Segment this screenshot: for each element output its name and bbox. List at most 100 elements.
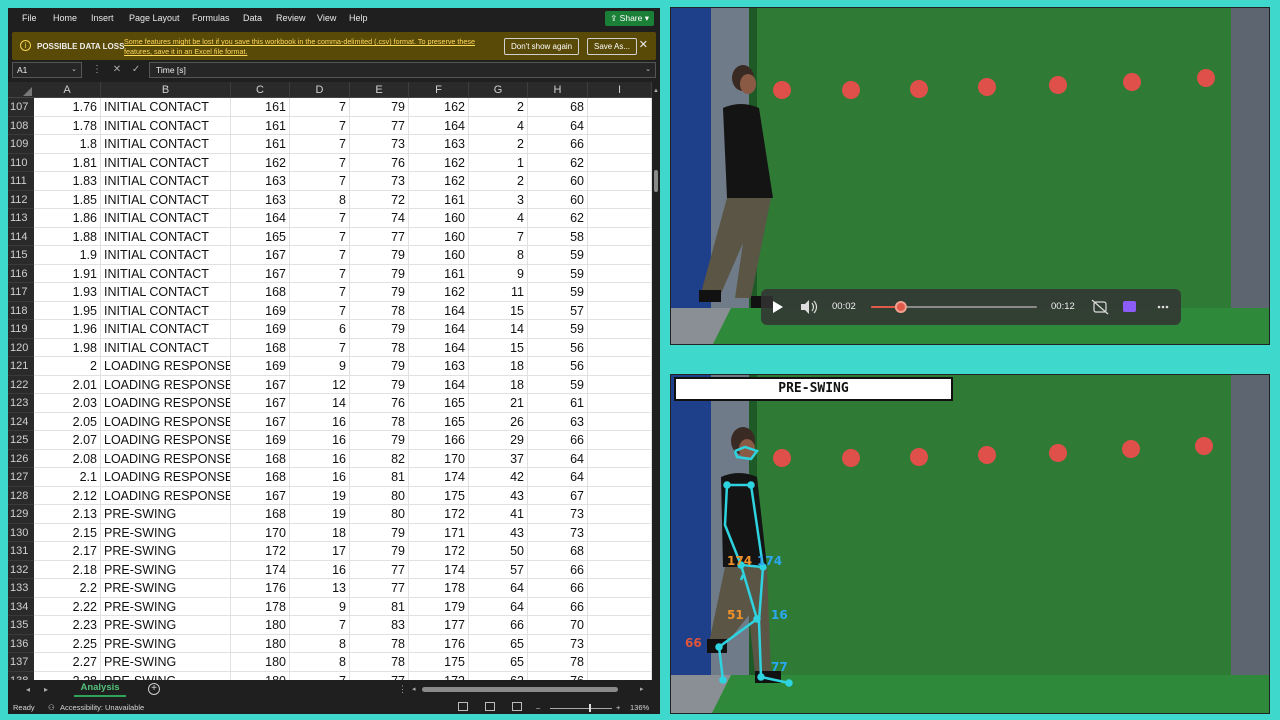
cell-f[interactable]: 175	[409, 486, 469, 505]
cell-h[interactable]: 61	[528, 394, 588, 413]
row-header[interactable]: 108	[8, 117, 34, 135]
cell-i[interactable]	[588, 283, 652, 302]
cell-b[interactable]: LOADING RESPONSE	[101, 412, 231, 431]
seek-thumb[interactable]	[894, 301, 907, 313]
cell-h[interactable]: 60	[528, 172, 588, 191]
cell-f[interactable]: 164	[409, 375, 469, 394]
zoom-in-icon[interactable]: +	[616, 703, 620, 712]
row-header[interactable]: 137	[8, 653, 34, 672]
cell-e[interactable]: 76	[350, 153, 409, 172]
column-header-d[interactable]: D	[290, 82, 350, 98]
cell-e[interactable]: 73	[350, 135, 409, 154]
cell-h[interactable]: 68	[528, 542, 588, 561]
cell-d[interactable]: 12	[290, 375, 350, 394]
cell-h[interactable]: 64	[528, 449, 588, 468]
cell-f[interactable]: 163	[409, 357, 469, 376]
cell-i[interactable]	[588, 505, 652, 524]
cell-b[interactable]: INITIAL CONTACT	[101, 153, 231, 172]
cell-h[interactable]: 66	[528, 431, 588, 450]
cell-a[interactable]: 2.05	[34, 412, 101, 431]
cell-i[interactable]	[588, 486, 652, 505]
cell-a[interactable]: 1.76	[34, 98, 101, 117]
cell-b[interactable]: PRE-SWING	[101, 597, 231, 616]
cell-b[interactable]: INITIAL CONTACT	[101, 190, 231, 209]
cell-a[interactable]: 2.22	[34, 597, 101, 616]
cell-d[interactable]: 7	[290, 264, 350, 283]
cell-e[interactable]: 79	[350, 375, 409, 394]
row-header[interactable]: 117	[8, 283, 34, 302]
cell-i[interactable]	[588, 542, 652, 561]
cell-b[interactable]: LOADING RESPONSE	[101, 431, 231, 450]
cell-f[interactable]: 162	[409, 283, 469, 302]
row-header[interactable]: 136	[8, 635, 34, 653]
cell-c[interactable]: 168	[231, 338, 290, 357]
cell-c[interactable]: 161	[231, 116, 290, 135]
cell-h[interactable]: 62	[528, 153, 588, 172]
cell-c[interactable]: 169	[231, 357, 290, 376]
scroll-left-icon[interactable]: ◂	[412, 685, 416, 693]
row-header[interactable]: 134	[8, 598, 34, 616]
cell-b[interactable]: LOADING RESPONSE	[101, 357, 231, 376]
sheet-tab-analysis[interactable]: Analysis	[74, 680, 126, 697]
cell-d[interactable]: 16	[290, 560, 350, 579]
cell-c[interactable]: 174	[231, 560, 290, 579]
cell-a[interactable]: 1.9	[34, 246, 101, 265]
column-header-a[interactable]: A	[34, 82, 101, 98]
cell-h[interactable]: 66	[528, 135, 588, 154]
cell-f[interactable]: 176	[409, 634, 469, 653]
cell-a[interactable]: 2.08	[34, 449, 101, 468]
cell-i[interactable]	[588, 412, 652, 431]
cell-c[interactable]: 163	[231, 190, 290, 209]
cell-c[interactable]: 168	[231, 505, 290, 524]
cell-f[interactable]: 161	[409, 190, 469, 209]
cell-f[interactable]: 162	[409, 98, 469, 117]
row-header[interactable]: 121	[8, 357, 34, 376]
name-box[interactable]: A1 ⌄	[12, 62, 82, 78]
cell-c[interactable]: 169	[231, 301, 290, 320]
cell-e[interactable]: 78	[350, 338, 409, 357]
cell-i[interactable]	[588, 468, 652, 487]
cell-c[interactable]: 161	[231, 98, 290, 117]
cell-h[interactable]: 78	[528, 653, 588, 672]
cell-e[interactable]: 74	[350, 209, 409, 228]
cell-d[interactable]: 16	[290, 431, 350, 450]
cell-f[interactable]: 161	[409, 264, 469, 283]
column-header-h[interactable]: H	[528, 82, 588, 98]
cell-d[interactable]: 19	[290, 505, 350, 524]
cell-e[interactable]: 83	[350, 616, 409, 635]
cell-i[interactable]	[588, 246, 652, 265]
cell-h[interactable]: 64	[528, 468, 588, 487]
cell-h[interactable]: 73	[528, 523, 588, 542]
cell-d[interactable]: 7	[290, 246, 350, 265]
cell-a[interactable]: 1.85	[34, 190, 101, 209]
cell-c[interactable]: 168	[231, 283, 290, 302]
cell-d[interactable]: 14	[290, 394, 350, 413]
cell-g[interactable]: 7	[469, 227, 528, 246]
cell-c[interactable]: 167	[231, 246, 290, 265]
cell-d[interactable]: 17	[290, 542, 350, 561]
cell-h[interactable]: 76	[528, 671, 588, 680]
cell-c[interactable]: 167	[231, 412, 290, 431]
cell-d[interactable]: 7	[290, 301, 350, 320]
page-break-view-icon[interactable]	[512, 702, 522, 711]
cell-e[interactable]: 81	[350, 597, 409, 616]
cell-i[interactable]	[588, 338, 652, 357]
zoom-out-icon[interactable]: –	[536, 703, 540, 712]
cell-a[interactable]: 2.17	[34, 542, 101, 561]
cell-e[interactable]: 78	[350, 301, 409, 320]
cell-a[interactable]: 2.15	[34, 523, 101, 542]
row-header[interactable]: 123	[8, 394, 34, 413]
cell-e[interactable]: 81	[350, 468, 409, 487]
cell-b[interactable]: PRE-SWING	[101, 542, 231, 561]
cell-i[interactable]	[588, 301, 652, 320]
menu-file[interactable]: File	[22, 13, 37, 23]
cell-h[interactable]: 57	[528, 301, 588, 320]
scroll-right-icon[interactable]: ▸	[640, 685, 644, 693]
row-header[interactable]: 124	[8, 413, 34, 431]
cell-e[interactable]: 72	[350, 190, 409, 209]
cell-c[interactable]: 163	[231, 172, 290, 191]
cell-d[interactable]: 16	[290, 468, 350, 487]
row-header[interactable]: 113	[8, 209, 34, 228]
cell-i[interactable]	[588, 153, 652, 172]
cell-d[interactable]: 9	[290, 357, 350, 376]
